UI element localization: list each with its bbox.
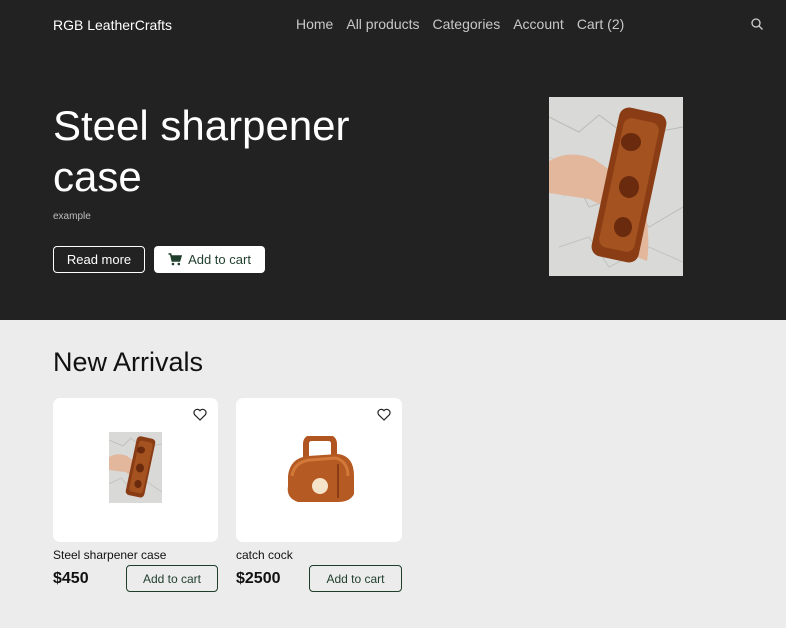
main-menu: Home All products Categories Account Car… <box>296 16 624 32</box>
brand-logo[interactable]: RGB LeatherCrafts <box>53 17 172 33</box>
add-to-cart-button[interactable]: Add to cart <box>309 565 402 592</box>
nav-cart[interactable]: Cart (2) <box>577 16 624 32</box>
hero-add-to-cart-label: Add to cart <box>188 252 251 267</box>
product-name[interactable]: catch cock <box>236 548 293 562</box>
nav-all-products[interactable]: All products <box>346 16 419 32</box>
shopping-cart-icon <box>168 253 183 266</box>
nav-home[interactable]: Home <box>296 16 333 32</box>
product-card-image[interactable] <box>53 398 218 542</box>
hero-section: RGB LeatherCrafts Home All products Cate… <box>0 0 786 320</box>
nav-categories[interactable]: Categories <box>433 16 501 32</box>
hero-add-to-cart-button[interactable]: Add to cart <box>154 246 265 273</box>
new-arrivals-heading: New Arrivals <box>53 347 204 377</box>
add-to-cart-button[interactable]: Add to cart <box>126 565 218 592</box>
hero-product-image <box>549 97 683 276</box>
search-icon[interactable] <box>750 17 764 31</box>
heart-icon[interactable] <box>377 408 391 421</box>
product-card-image[interactable] <box>236 398 402 542</box>
heart-icon[interactable] <box>193 408 207 421</box>
hero-title: Steel sharpener case <box>53 102 350 200</box>
product-thumbnail <box>287 436 354 502</box>
read-more-button[interactable]: Read more <box>53 246 145 273</box>
product-name[interactable]: Steel sharpener case <box>53 548 166 562</box>
hero-subtitle: example <box>53 211 91 222</box>
product-thumbnail <box>109 432 162 503</box>
product-price: $2500 <box>236 570 281 587</box>
top-navigation: RGB LeatherCrafts Home All products Cate… <box>0 0 786 50</box>
product-price: $450 <box>53 570 89 587</box>
nav-account[interactable]: Account <box>513 16 564 32</box>
